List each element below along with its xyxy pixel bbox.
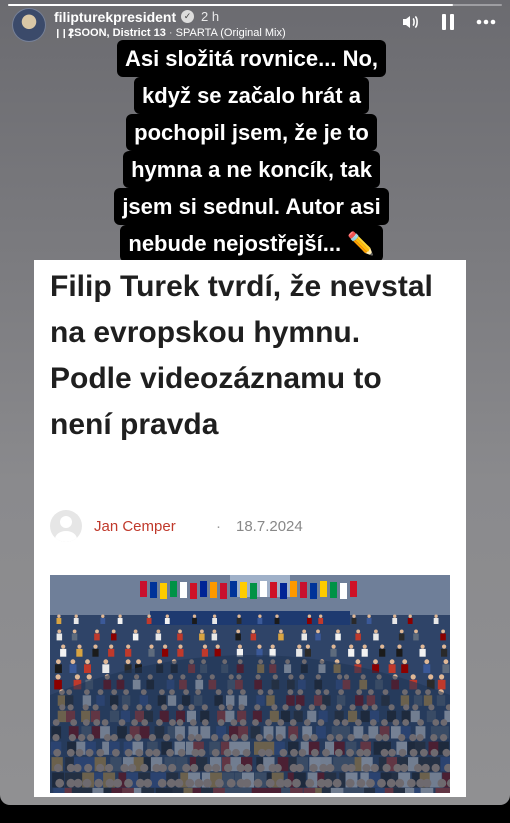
story-progress-bar (8, 4, 502, 6)
music-bars-icon: ❙❙❙ (54, 28, 75, 38)
verified-icon: ✓ (181, 10, 194, 23)
time-ago: 2 h (201, 9, 220, 24)
author-avatar (50, 510, 82, 542)
author-name: Jan Cemper (94, 518, 176, 535)
music-artist: 2SOON, District 13 (68, 27, 166, 39)
music-separator: · (168, 27, 173, 39)
username[interactable]: filipturekpresident (54, 9, 176, 25)
caption-line: nebude nejostřejší... ✏️ (120, 225, 383, 262)
caption-line: hymna a ne koncík, tak (123, 151, 380, 188)
parliament-photo (50, 575, 450, 793)
article-title: Filip Turek tvrdí, že nevstal na evropsk… (50, 270, 433, 441)
meta-separator: · (216, 518, 221, 535)
caption-line: jsem si sednul. Autor asi (114, 188, 389, 225)
caption-line: pochopil jsem, že je to (126, 114, 377, 151)
story-controls (400, 12, 496, 32)
caption-line: Asi složitá rovnice... No, (116, 40, 387, 77)
pause-icon[interactable] (438, 12, 458, 32)
story-progress-fill (8, 4, 453, 6)
speaker-icon[interactable] (400, 12, 420, 32)
music-info[interactable]: ❙❙❙2SOON, District 13 · SPARTA (Original… (54, 27, 286, 39)
story-caption: Asi složitá rovnice... No, když se začal… (83, 40, 420, 262)
more-icon[interactable] (476, 12, 496, 32)
caption-line: když se začalo hrát a (134, 77, 369, 114)
article-screenshot: Filip Turek tvrdí, že nevstal na evropsk… (34, 260, 466, 797)
profile-avatar[interactable] (12, 8, 46, 42)
article-date: 18.7.2024 (236, 518, 303, 535)
author-row: Jan Cemper · 18.7.2024 (50, 510, 450, 542)
parliament-photo-illustration (50, 575, 450, 793)
music-track: SPARTA (Original Mix) (175, 27, 286, 39)
